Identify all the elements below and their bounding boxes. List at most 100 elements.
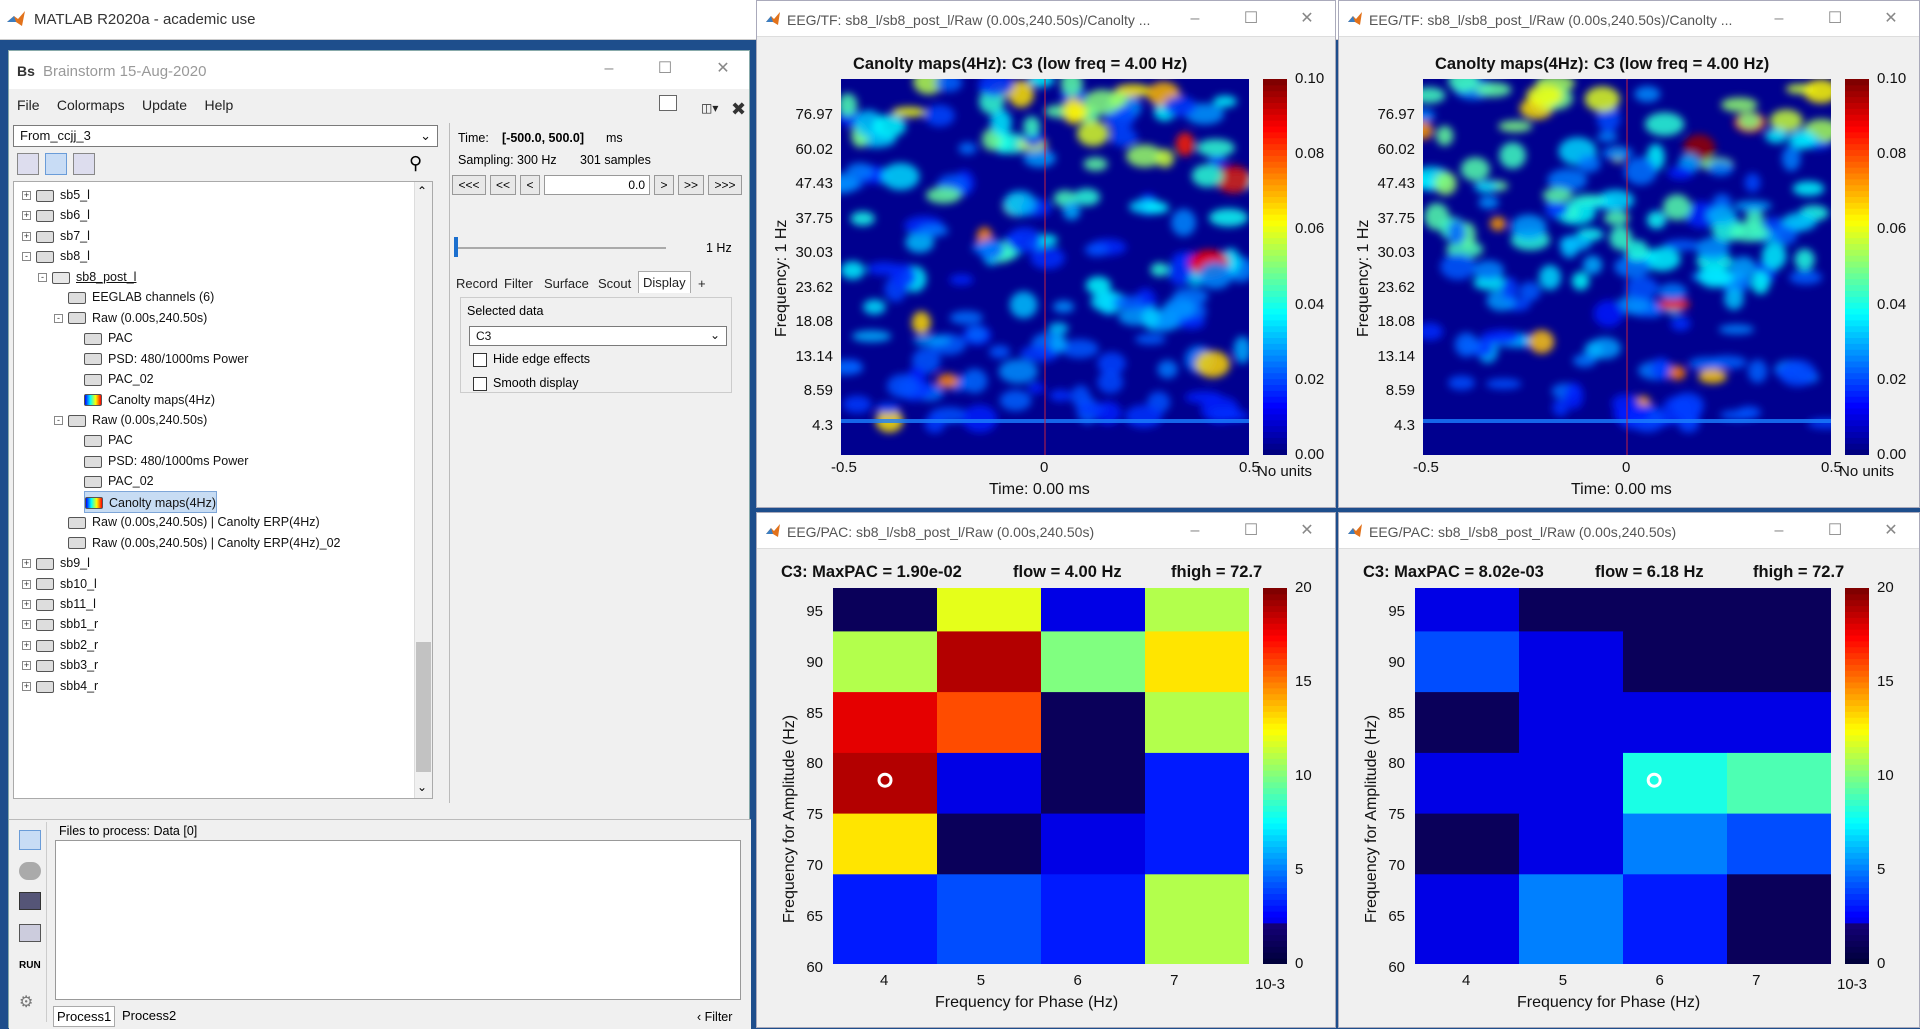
scroll-thumb[interactable] — [416, 642, 431, 772]
nav-first-button[interactable]: <<< — [452, 175, 486, 195]
tab-add[interactable]: + — [694, 273, 710, 295]
collapse-icon[interactable]: - — [54, 313, 63, 323]
database-tree[interactable]: ⌃ ⌄ + sb5_l + sb6_l + sb7_l - sb8_l - sb8_post_l E… — [13, 181, 433, 799]
close-icon[interactable]: ✕ — [1881, 9, 1901, 29]
tree-item[interactable]: PSD: 480/1000ms Power — [84, 450, 248, 472]
scroll-down-icon[interactable]: ⌄ — [417, 780, 427, 794]
expand-icon[interactable]: + — [22, 211, 31, 221]
maximize-icon[interactable]: ☐ — [655, 59, 675, 79]
tree-scrollbar[interactable]: ⌃ ⌄ — [414, 182, 432, 798]
tree-item[interactable]: sb8_l — [36, 245, 90, 267]
expand-icon[interactable]: + — [22, 579, 31, 589]
minimize-icon[interactable]: – — [1185, 9, 1205, 29]
nav-prev-fast-button[interactable]: << — [490, 175, 516, 195]
close-icon[interactable]: ✕ — [1297, 521, 1317, 541]
expand-icon[interactable]: + — [22, 640, 31, 650]
channel-select[interactable]: C3 ⌄ — [469, 326, 727, 346]
tree-item[interactable]: sbb3_r — [36, 654, 98, 676]
tree-item[interactable]: Raw (0.00s,240.50s) — [68, 409, 207, 431]
layout-icon[interactable]: ◫▾ — [693, 95, 719, 115]
tree-item[interactable]: Raw (0.00s,240.50s) — [68, 307, 207, 329]
tree-item[interactable]: sb11_l — [36, 593, 96, 615]
freq-slider-track[interactable] — [456, 247, 666, 249]
pac-map[interactable] — [833, 588, 1249, 964]
nav-next-button[interactable]: > — [654, 175, 674, 195]
tree-item[interactable]: sb7_l — [36, 225, 90, 247]
close-icon[interactable]: ✕ — [1881, 521, 1901, 541]
time-input[interactable]: 0.0 — [544, 175, 650, 195]
filter-button[interactable]: ‹ Filter — [697, 1010, 732, 1024]
tree-item[interactable]: sbb1_r — [36, 613, 98, 635]
expand-icon[interactable]: + — [22, 681, 31, 691]
minimize-icon[interactable]: – — [599, 59, 619, 79]
pac-map[interactable] — [1415, 588, 1831, 964]
smooth-display-checkbox[interactable]: Smooth display — [473, 376, 578, 391]
tree-item[interactable]: PAC_02 — [84, 368, 154, 390]
menu-colormaps[interactable]: Colormaps — [49, 91, 131, 113]
timefreq-filter-icon[interactable] — [19, 892, 41, 910]
maximize-icon[interactable]: ☐ — [1241, 9, 1261, 29]
nav-prev-button[interactable]: < — [520, 175, 540, 195]
sources-filter-icon[interactable] — [19, 862, 41, 880]
collapse-icon[interactable]: - — [54, 415, 63, 425]
expand-icon[interactable]: + — [22, 231, 31, 241]
minimize-icon[interactable]: – — [1769, 521, 1789, 541]
matrix-filter-icon[interactable] — [19, 924, 41, 942]
expand-icon[interactable]: + — [22, 661, 31, 671]
tree-item[interactable]: Raw (0.00s,240.50s) | Canolty ERP(4Hz)_0… — [68, 532, 341, 554]
pipeline-icon[interactable]: ⚙ — [19, 992, 39, 1011]
minimize-icon[interactable]: – — [1769, 9, 1789, 29]
expand-icon[interactable]: + — [22, 559, 31, 569]
tree-item[interactable]: PAC_02 — [84, 470, 154, 492]
tree-item[interactable]: sb9_l — [36, 552, 90, 574]
search-icon[interactable]: ⚲ — [409, 153, 422, 174]
tab-record[interactable]: Record — [452, 273, 502, 295]
expand-icon[interactable]: + — [22, 191, 31, 200]
minimize-icon[interactable]: – — [1185, 521, 1205, 541]
list-view-icon[interactable] — [659, 95, 677, 111]
tree-item[interactable]: PSD: 480/1000ms Power — [84, 348, 248, 370]
expand-icon[interactable]: + — [22, 600, 31, 609]
collapse-icon[interactable]: - — [22, 252, 31, 262]
tree-item[interactable]: PAC — [84, 429, 133, 451]
tree-item[interactable]: Canolty maps(4Hz) — [84, 490, 217, 513]
tree-item[interactable]: sb5_l — [36, 184, 90, 206]
expand-icon[interactable]: + — [22, 620, 31, 630]
tab-process2[interactable]: Process2 — [119, 1006, 179, 1025]
close-icon[interactable]: ✕ — [1297, 9, 1317, 29]
subjects-view-icon[interactable] — [17, 153, 39, 175]
process-files-list[interactable] — [55, 840, 741, 1000]
tree-item[interactable]: sbb2_r — [36, 634, 98, 656]
maximize-icon[interactable]: ☐ — [1241, 521, 1261, 541]
collapse-icon[interactable]: - — [38, 272, 47, 282]
conditions-view-icon[interactable] — [45, 153, 67, 175]
maximize-icon[interactable]: ☐ — [1825, 9, 1845, 29]
nav-last-button[interactable]: >>> — [708, 175, 742, 195]
tree-item[interactable]: EEGLAB channels (6) — [68, 286, 214, 308]
tree-item[interactable]: PAC — [84, 327, 133, 349]
close-panel-icon[interactable]: ✖ — [723, 93, 752, 120]
tree-item[interactable]: sb8_post_l — [52, 266, 136, 288]
hide-edge-checkbox[interactable]: Hide edge effects — [473, 352, 590, 367]
nav-next-fast-button[interactable]: >> — [678, 175, 704, 195]
close-icon[interactable]: ✕ — [713, 59, 733, 79]
tab-scout[interactable]: Scout — [594, 273, 635, 295]
protocol-select[interactable]: From_ccjj_3 ⌄ — [13, 125, 438, 147]
checkbox-box[interactable] — [473, 376, 487, 391]
menu-help[interactable]: Help — [196, 91, 239, 113]
tab-surface[interactable]: Surface — [540, 273, 593, 295]
run-button[interactable]: RUN — [19, 960, 41, 971]
freq-slider-thumb[interactable] — [454, 237, 458, 257]
tree-item[interactable]: sb10_l — [36, 573, 97, 595]
tree-item[interactable]: Canolty maps(4Hz) — [84, 389, 215, 411]
menu-file[interactable]: File — [9, 91, 46, 113]
checkbox-box[interactable] — [473, 352, 487, 367]
menu-update[interactable]: Update — [134, 91, 193, 113]
studies-view-icon[interactable] — [73, 153, 95, 175]
data-filter-icon[interactable] — [19, 830, 41, 850]
maximize-icon[interactable]: ☐ — [1825, 521, 1845, 541]
tree-item[interactable]: sb6_l — [36, 204, 90, 226]
tf-map[interactable] — [1423, 79, 1831, 455]
tab-process1[interactable]: Process1 — [53, 1006, 116, 1027]
tree-item[interactable]: sbb4_r — [36, 675, 98, 697]
